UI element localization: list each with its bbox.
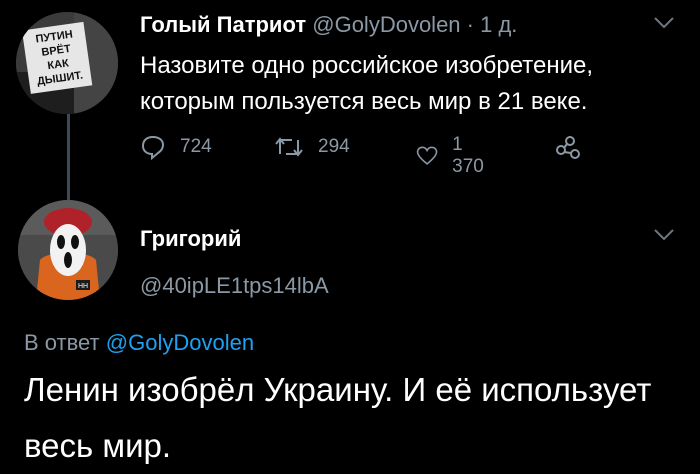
thread-line — [67, 110, 70, 202]
reply-text: Ленин изобрёл Украину. И её использует в… — [24, 371, 652, 464]
like-count: 1 370 — [452, 134, 484, 177]
tweet-header: Голый Патриот @GolyDovolen · 1 д. — [140, 12, 517, 38]
reply-to-label: В ответ — [24, 330, 100, 355]
author-avatar[interactable]: ПУТИН ВРЁТ КАК ДЫШИТ. — [16, 12, 118, 114]
share-button[interactable] — [554, 134, 596, 160]
author-name[interactable]: Голый Патриот — [140, 12, 306, 37]
reply-icon — [141, 135, 165, 160]
separator-dot: · — [466, 12, 474, 37]
reply-author-avatar[interactable]: НН — [18, 200, 118, 300]
chevron-down-icon[interactable] — [652, 226, 676, 249]
reply-to-line: В ответ @GolyDovolen — [24, 330, 254, 356]
reply-to-mention[interactable]: @GolyDovolen — [106, 330, 254, 355]
like-button[interactable]: 1 370 — [416, 134, 490, 178]
retweet-count: 294 — [318, 136, 350, 157]
chevron-down-icon[interactable] — [652, 14, 676, 37]
like-icon — [416, 146, 438, 165]
author-handle[interactable]: @GolyDovolen — [312, 12, 460, 37]
tweet-text: Назовите одно российское изобретение, ко… — [140, 52, 593, 115]
reply-count: 724 — [180, 136, 212, 157]
reply-author-name[interactable]: Григорий — [140, 226, 241, 252]
reply-author-handle[interactable]: @40ipLE1tps14lbA — [140, 273, 329, 299]
avatar-photo: НН — [18, 200, 118, 300]
avatar-badge: НН — [78, 283, 88, 290]
retweet-icon — [275, 137, 303, 157]
tweet-time[interactable]: 1 д. — [480, 12, 517, 37]
share-icon — [556, 136, 580, 159]
avatar-photo: ПУТИН ВРЁТ КАК ДЫШИТ. — [16, 12, 118, 114]
retweet-button[interactable]: 294 — [274, 134, 350, 160]
reply-button[interactable]: 724 — [140, 134, 212, 160]
